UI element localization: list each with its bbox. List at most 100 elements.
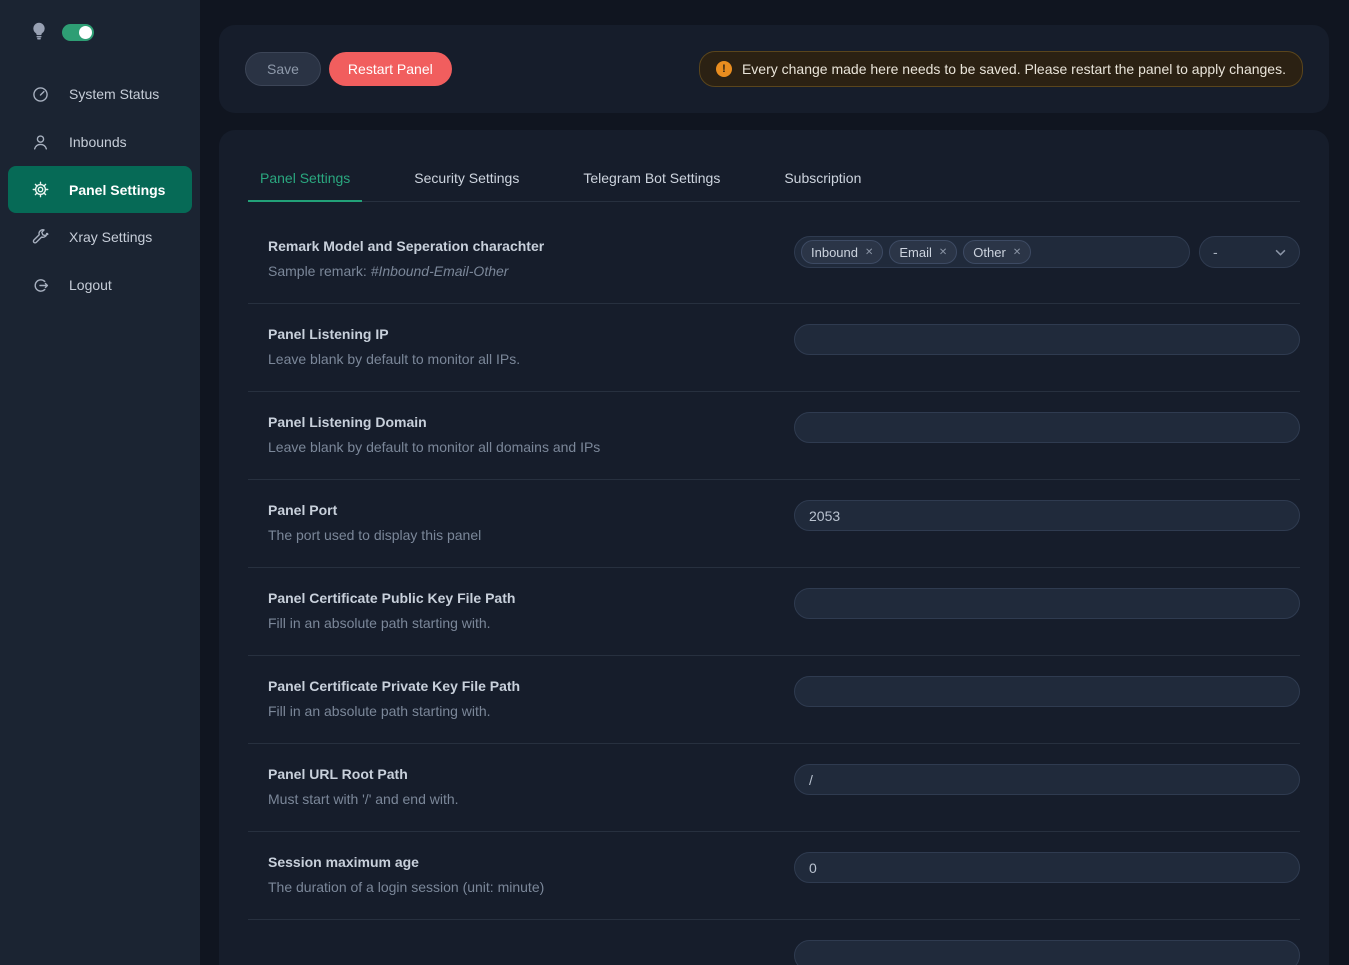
row-label: Session maximum age The duration of a lo… — [248, 852, 794, 895]
panel-port-input[interactable] — [794, 500, 1300, 531]
row-label: Panel URL Root Path Must start with '/' … — [248, 764, 794, 807]
tab-telegram-bot-settings[interactable]: Telegram Bot Settings — [571, 170, 732, 201]
row-label: Panel Certificate Public Key File Path F… — [248, 588, 794, 631]
row-control — [794, 764, 1300, 795]
row-title: Panel Certificate Private Key File Path — [268, 678, 794, 694]
wrench-icon — [32, 229, 49, 246]
warning-icon: ! — [716, 61, 732, 77]
form-row-clipped — [248, 920, 1300, 965]
row-title: Panel Listening Domain — [268, 414, 794, 430]
tag-label: Other — [973, 245, 1006, 260]
remark-tags-input[interactable]: Inbound ✕ Email ✕ Other ✕ — [794, 236, 1190, 268]
sidebar-item-label: System Status — [69, 86, 159, 102]
sidebar-item-logout[interactable]: Logout — [0, 261, 200, 309]
tag: Inbound ✕ — [801, 240, 883, 264]
panel-listening-domain-input[interactable] — [794, 412, 1300, 443]
form-row-panel-listening-domain: Panel Listening Domain Leave blank by de… — [248, 392, 1300, 480]
session-max-age-input[interactable] — [794, 852, 1300, 883]
gear-icon — [32, 181, 49, 198]
sidebar-item-panel-settings[interactable]: Panel Settings — [8, 166, 192, 213]
sidebar-item-xray-settings[interactable]: Xray Settings — [0, 213, 200, 261]
separator-select[interactable]: - — [1199, 236, 1300, 268]
sidebar-item-label: Logout — [69, 277, 112, 293]
row-subtitle: Must start with '/' and end with. — [268, 791, 794, 807]
theme-toggle[interactable] — [62, 24, 94, 41]
cert-public-key-input[interactable] — [794, 588, 1300, 619]
row-subtitle: Sample remark: #Inbound-Email-Other — [268, 263, 794, 279]
toggle-knob — [79, 26, 92, 39]
sidebar-item-label: Inbounds — [69, 134, 127, 150]
row-title: Panel Certificate Public Key File Path — [268, 590, 794, 606]
chevron-down-icon — [1275, 249, 1286, 256]
tab-bar: Panel Settings Security Settings Telegra… — [248, 130, 1300, 202]
row-control — [794, 676, 1300, 707]
subtitle-sample: #Inbound-Email-Other — [371, 263, 509, 279]
row-subtitle: Fill in an absolute path starting with. — [268, 703, 794, 719]
sidebar-item-label: Xray Settings — [69, 229, 152, 245]
row-control: Inbound ✕ Email ✕ Other ✕ - — [794, 236, 1300, 268]
row-label — [248, 940, 794, 951]
logout-icon — [32, 277, 49, 294]
alert-text: Every change made here needs to be saved… — [742, 61, 1286, 77]
row-control — [794, 852, 1300, 883]
form-row-panel-port: Panel Port The port used to display this… — [248, 480, 1300, 568]
row-subtitle: The duration of a login session (unit: m… — [268, 879, 794, 895]
panel-listening-ip-input[interactable] — [794, 324, 1300, 355]
tag: Other ✕ — [963, 240, 1031, 264]
tab-security-settings[interactable]: Security Settings — [402, 170, 531, 201]
select-value: - — [1213, 244, 1218, 260]
main-content: Save Restart Panel ! Every change made h… — [200, 0, 1349, 965]
settings-card: Panel Settings Security Settings Telegra… — [219, 130, 1329, 965]
tag-label: Email — [899, 245, 932, 260]
row-control — [794, 588, 1300, 619]
row-title: Remark Model and Seperation charachter — [268, 238, 794, 254]
save-button[interactable]: Save — [245, 52, 321, 86]
row-title: Panel Listening IP — [268, 326, 794, 342]
cert-private-key-input[interactable] — [794, 676, 1300, 707]
warning-alert: ! Every change made here needs to be sav… — [699, 51, 1303, 87]
sidebar-item-system-status[interactable]: System Status — [0, 70, 200, 118]
sidebar-item-inbounds[interactable]: Inbounds — [0, 118, 200, 166]
row-control — [794, 324, 1300, 355]
row-subtitle: Leave blank by default to monitor all do… — [268, 439, 794, 455]
tab-subscription[interactable]: Subscription — [772, 170, 873, 201]
row-label: Panel Port The port used to display this… — [248, 500, 794, 543]
form-row-cert-private-key: Panel Certificate Private Key File Path … — [248, 656, 1300, 744]
subtitle-prefix: Sample remark: — [268, 263, 371, 279]
row-title: Panel URL Root Path — [268, 766, 794, 782]
clipped-input[interactable] — [794, 940, 1300, 965]
row-control — [794, 500, 1300, 531]
lightbulb-icon — [30, 22, 48, 42]
row-subtitle: Fill in an absolute path starting with. — [268, 615, 794, 631]
dashboard-icon — [32, 86, 49, 103]
remove-tag-icon[interactable]: ✕ — [1013, 247, 1021, 258]
sidebar-nav: System Status Inbounds Panel Settings — [0, 56, 200, 309]
form-row-session-max-age: Session maximum age The duration of a lo… — [248, 832, 1300, 920]
form-row-url-root-path: Panel URL Root Path Must start with '/' … — [248, 744, 1300, 832]
row-label: Panel Listening IP Leave blank by defaul… — [248, 324, 794, 367]
row-label: Remark Model and Seperation charachter S… — [248, 236, 794, 279]
sidebar-item-label: Panel Settings — [69, 182, 165, 198]
row-label: Panel Listening Domain Leave blank by de… — [248, 412, 794, 455]
form-row-remark-model: Remark Model and Seperation charachter S… — [248, 202, 1300, 304]
row-title: Panel Port — [268, 502, 794, 518]
restart-panel-button[interactable]: Restart Panel — [329, 52, 452, 86]
row-control — [794, 412, 1300, 443]
row-label: Panel Certificate Private Key File Path … — [248, 676, 794, 719]
row-subtitle: The port used to display this panel — [268, 527, 794, 543]
tag: Email ✕ — [889, 240, 957, 264]
remove-tag-icon[interactable]: ✕ — [865, 247, 873, 258]
theme-toggle-row — [0, 18, 200, 56]
row-subtitle: Leave blank by default to monitor all IP… — [268, 351, 794, 367]
url-root-path-input[interactable] — [794, 764, 1300, 795]
form-row-panel-listening-ip: Panel Listening IP Leave blank by defaul… — [248, 304, 1300, 392]
row-control — [794, 940, 1300, 965]
tag-label: Inbound — [811, 245, 858, 260]
remove-tag-icon[interactable]: ✕ — [939, 247, 947, 258]
row-title: Session maximum age — [268, 854, 794, 870]
user-icon — [32, 134, 49, 151]
toolbar-card: Save Restart Panel ! Every change made h… — [219, 25, 1329, 113]
sidebar: System Status Inbounds Panel Settings — [0, 0, 200, 965]
form-row-cert-public-key: Panel Certificate Public Key File Path F… — [248, 568, 1300, 656]
tab-panel-settings[interactable]: Panel Settings — [248, 170, 362, 201]
